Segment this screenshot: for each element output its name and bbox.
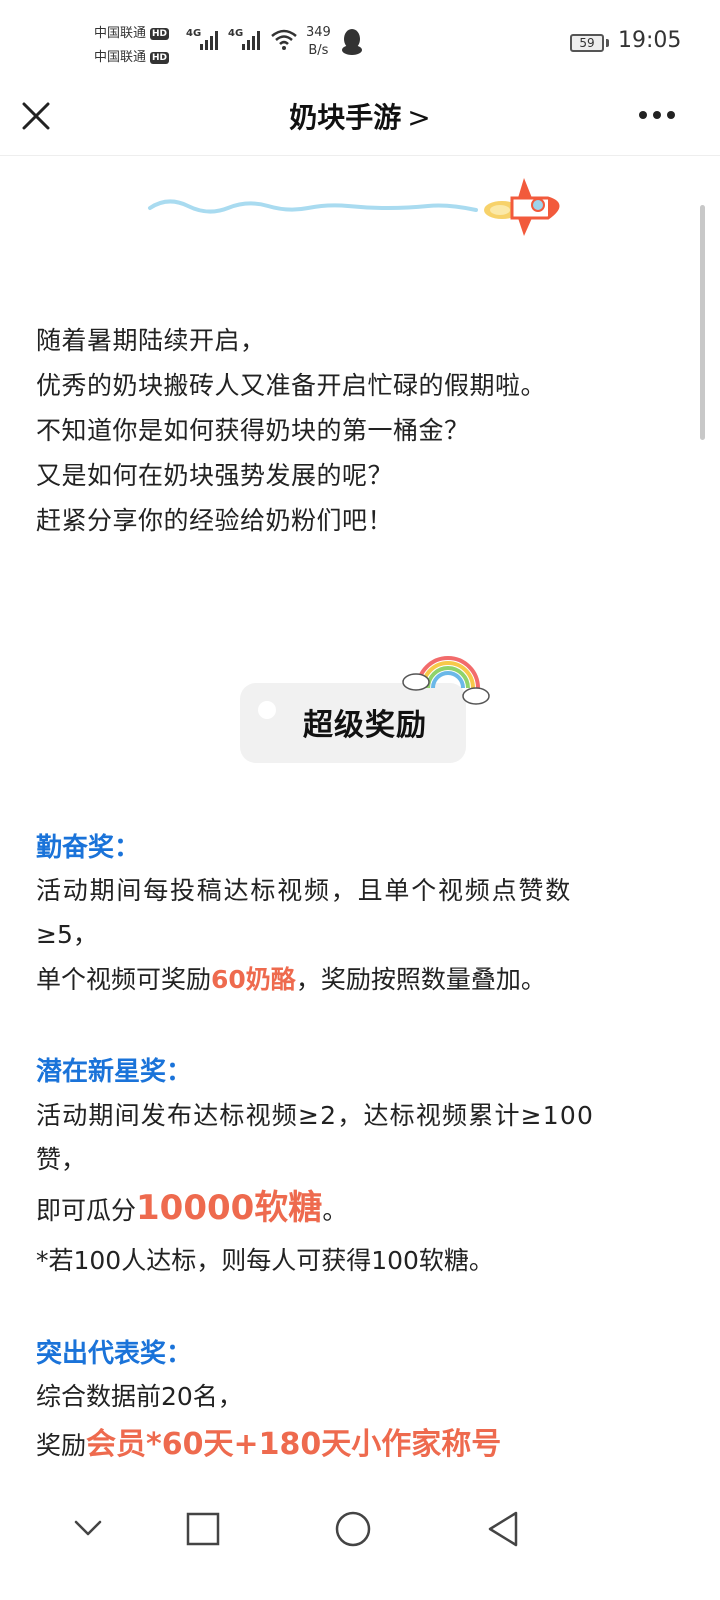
award-title: 勤奋奖：	[36, 833, 141, 863]
status-bar: 中国联通 HD 中国联通 HD 4G 4G 349 B/s 59 19:05	[0, 0, 720, 86]
award-text: 即可瓜分10000软糖。	[36, 1180, 686, 1239]
chevron-down-icon[interactable]	[72, 1516, 104, 1540]
page-title-text: 奶块手游	[289, 101, 402, 134]
section-badge-label: 超级奖励	[303, 708, 427, 743]
rainbow-icon	[402, 656, 490, 705]
award-text: 活动期间每投稿达标视频，且单个视频点赞数	[36, 876, 573, 905]
carrier-1: 中国联通	[94, 26, 147, 41]
signal-icon-1: 4G	[186, 28, 218, 50]
award-text-part: 单个视频可奖励	[36, 965, 212, 994]
speed-unit: B/s	[308, 43, 329, 58]
carrier-2: 中国联通	[94, 50, 147, 65]
network-speed: 349 B/s	[306, 24, 331, 60]
page-title[interactable]: 奶块手游 >	[0, 96, 720, 136]
back-icon[interactable]	[486, 1510, 520, 1548]
qq-icon	[342, 29, 362, 55]
recent-apps-icon[interactable]	[186, 1512, 220, 1546]
award-text: 单个视频可奖励60奶酪，奖励按照数量叠加。	[36, 957, 686, 1002]
battery-tip	[606, 39, 609, 47]
award-text: ≥5，	[36, 920, 98, 949]
award-text: 综合数据前20名，	[36, 1382, 243, 1411]
reward-highlight: 60奶酪	[211, 965, 296, 994]
home-icon[interactable]	[334, 1510, 372, 1548]
chevron-right-icon: >	[407, 101, 431, 134]
award-title: 潜在新星奖：	[36, 1057, 193, 1087]
hd-badge-1: HD	[150, 28, 170, 40]
award-text-part: ，奖励按照数量叠加。	[295, 965, 546, 994]
award-text: 奖励会员*60天+180天小作家称号	[36, 1420, 686, 1471]
wifi-icon	[271, 29, 297, 50]
reward-highlight: 10000软糖	[136, 1188, 323, 1228]
carrier-info: 中国联通 HD 中国联通 HD	[94, 22, 170, 70]
intro-line: 随着暑期陆续开启，	[36, 326, 266, 355]
award-text-part: 。	[322, 1196, 348, 1225]
intro-line: 又是如何在奶块强势发展的呢？	[36, 461, 394, 490]
intro-paragraph: 随着暑期陆续开启， 优秀的奶块搬砖人又准备开启忙碌的假期啦。 不知道你是如何获得…	[36, 318, 546, 543]
award-new-star: 潜在新星奖： 活动期间发布达标视频≥2，达标视频累计≥100 赞， 即可瓜分10…	[36, 1052, 686, 1283]
award-title: 突出代表奖：	[36, 1339, 193, 1369]
rocket-icon	[484, 178, 560, 236]
system-nav-bar	[0, 1490, 720, 1600]
award-outstanding: 突出代表奖： 综合数据前20名， 奖励会员*60天+180天小作家称号	[36, 1334, 686, 1471]
svg-text:4G: 4G	[186, 28, 201, 39]
reward-highlight: 会员*60天+180天小作家称号	[86, 1427, 502, 1462]
signal-icon-2: 4G	[228, 28, 260, 50]
title-bar: 奶块手游 >	[0, 86, 720, 156]
battery-icon: 59	[570, 34, 604, 52]
intro-line: 赶紧分享你的经验给奶粉们吧！	[36, 506, 394, 535]
award-text-part: 奖励	[36, 1431, 87, 1460]
scrollbar[interactable]	[700, 205, 705, 440]
award-text: 活动期间发布达标视频≥2，达标视频累计≥100	[36, 1101, 595, 1130]
hd-badge-2: HD	[150, 52, 170, 64]
intro-line: 不知道你是如何获得奶块的第一桶金？	[36, 416, 470, 445]
award-note: *若100人达标，则每人可获得100软糖。	[36, 1246, 494, 1275]
award-diligent: 勤奋奖： 活动期间每投稿达标视频，且单个视频点赞数 ≥5， 单个视频可奖励60奶…	[36, 828, 686, 1002]
speed-value: 349	[306, 25, 331, 40]
svg-text:4G: 4G	[228, 28, 243, 39]
award-text-part: 即可瓜分	[36, 1196, 137, 1225]
wave-decoration-icon	[148, 199, 478, 214]
more-options-icon[interactable]	[638, 110, 678, 120]
intro-line: 优秀的奶块搬砖人又准备开启忙碌的假期啦。	[36, 371, 547, 400]
award-text: 赞，	[36, 1145, 87, 1174]
clock: 19:05	[618, 28, 682, 53]
